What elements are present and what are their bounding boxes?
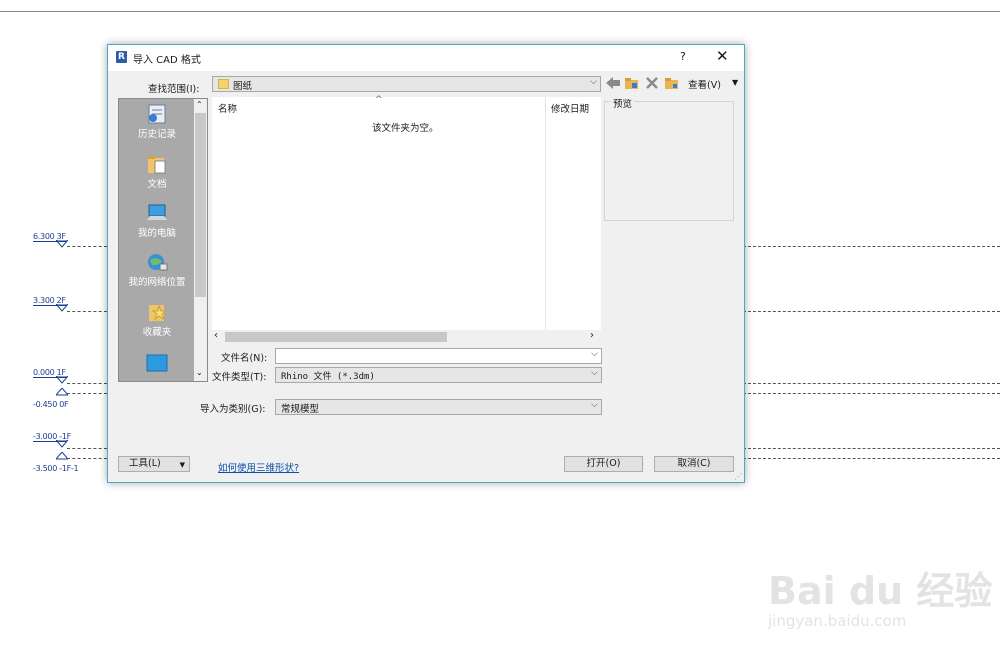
look-in-value: 图纸 (233, 81, 253, 92)
filetype-value: Rhino 文件 (*.3dm) (281, 372, 375, 382)
filetype-combo[interactable]: Rhino 文件 (*.3dm) ⌵ (275, 367, 602, 383)
level-line (743, 383, 1000, 384)
level-label: -3.500 -1F-1 (33, 464, 79, 473)
column-header-name[interactable]: 名称 (218, 101, 237, 115)
resize-grip-icon[interactable]: ⋰ (734, 472, 742, 481)
help-button[interactable]: ? (680, 50, 686, 63)
cancel-button[interactable]: 取消(C) (654, 456, 734, 472)
level-marker-icon (54, 303, 70, 315)
filename-input[interactable]: ⌵ (275, 348, 602, 364)
scroll-thumb[interactable] (225, 332, 447, 342)
top-border-line (0, 11, 1000, 12)
chevron-down-icon[interactable]: ⌵ (590, 77, 597, 87)
baidu-watermark: Bai du 经验 (768, 569, 993, 613)
favorites-icon (146, 302, 168, 322)
folder-icon (218, 79, 229, 89)
import-as-value: 常规模型 (281, 404, 320, 415)
level-line (67, 311, 107, 312)
chevron-down-icon[interactable]: ⌵ (591, 349, 598, 359)
places-scrollbar[interactable]: ⌃ ⌄ (194, 99, 207, 381)
column-divider[interactable] (545, 97, 546, 330)
scroll-left-icon[interactable]: ‹ (214, 330, 218, 341)
preview-panel: 预览 (604, 96, 734, 221)
level-marker-icon (54, 439, 70, 451)
level-line (67, 246, 107, 247)
file-list-hscrollbar[interactable]: ‹ › (212, 330, 601, 344)
level-line (67, 393, 107, 394)
dialog-titlebar[interactable]: R 导入 CAD 格式 ? ✕ (108, 45, 744, 71)
place-documents[interactable]: 文档 (119, 154, 195, 190)
back-icon[interactable] (606, 77, 620, 92)
look-in-label: 查找范围(I): (148, 84, 200, 95)
filetype-label: 文件类型(T): (212, 372, 267, 383)
file-list[interactable]: 名称 ^ 修改日期 该文件夹为空。 (212, 95, 601, 330)
level-label: -0.450 0F (33, 400, 69, 409)
dialog-title: 导入 CAD 格式 (133, 55, 201, 66)
level-line (743, 393, 1000, 394)
desktop-icon (146, 353, 168, 373)
scroll-up-icon[interactable]: ⌃ (196, 100, 203, 109)
place-label: 我的电脑 (137, 228, 176, 239)
baidu-watermark-url: jingyan.baidu.com (768, 612, 907, 630)
new-folder-icon[interactable] (665, 77, 679, 93)
level-line (67, 458, 107, 459)
view-menu[interactable]: 查看(V) (688, 77, 721, 91)
close-button[interactable]: ✕ (716, 47, 729, 65)
place-label: 历史记录 (137, 129, 176, 140)
scroll-down-icon[interactable]: ⌄ (196, 368, 203, 377)
place-label: 收藏夹 (142, 327, 172, 338)
tools-label: 工具(L) (129, 458, 161, 469)
sort-arrow-icon: ^ (375, 95, 383, 105)
level-line (743, 311, 1000, 312)
network-icon (146, 252, 168, 272)
look-in-combo[interactable]: 图纸 ⌵ (212, 76, 601, 92)
computer-icon (146, 203, 168, 223)
3d-shape-help-link[interactable]: 如何使用三维形状? (218, 460, 299, 474)
level-line (743, 246, 1000, 247)
revit-logo-icon: R (116, 51, 127, 63)
scroll-thumb[interactable] (195, 113, 206, 297)
open-button[interactable]: 打开(O) (564, 456, 643, 472)
level-line (743, 448, 1000, 449)
level-marker-icon (54, 375, 70, 387)
import-cad-dialog: R 导入 CAD 格式 ? ✕ 查找范围(I): 图纸 ⌵ 查看(V) ▼ 历史… (107, 44, 745, 483)
place-label: 文档 (147, 179, 167, 190)
level-line (743, 458, 1000, 459)
level-line (67, 383, 107, 384)
scroll-right-icon[interactable]: › (590, 330, 594, 341)
empty-folder-message: 该文件夹为空。 (372, 123, 439, 134)
import-as-label: 导入为类别(G): (200, 404, 266, 415)
up-folder-icon[interactable] (625, 77, 639, 93)
preview-label: 预览 (611, 96, 635, 110)
history-icon (146, 104, 168, 124)
place-computer[interactable]: 我的电脑 (119, 203, 195, 239)
delete-icon[interactable] (645, 76, 659, 93)
place-favorites[interactable]: 收藏夹 (119, 302, 195, 338)
import-as-combo[interactable]: 常规模型 ⌵ (275, 399, 602, 415)
chevron-down-icon[interactable]: ⌵ (591, 368, 598, 378)
place-desktop[interactable] (119, 353, 195, 375)
tools-button[interactable]: 工具(L) ▼ (118, 456, 190, 472)
caret-down-icon: ▼ (179, 461, 185, 469)
filename-label: 文件名(N): (221, 353, 268, 364)
documents-icon (146, 154, 168, 174)
place-network[interactable]: 我的网络位置 (119, 252, 195, 288)
chevron-down-icon[interactable]: ⌵ (591, 400, 598, 410)
caret-down-icon[interactable]: ▼ (732, 78, 738, 87)
place-history[interactable]: 历史记录 (119, 104, 195, 140)
column-header-modified[interactable]: 修改日期 (551, 101, 589, 115)
place-label: 我的网络位置 (128, 277, 186, 288)
level-line (67, 448, 107, 449)
